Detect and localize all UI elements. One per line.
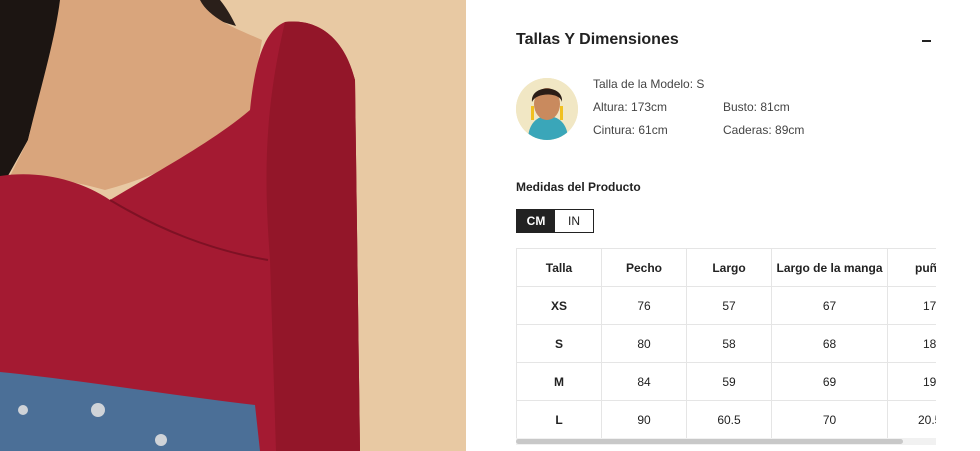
size-table: Talla Pecho Largo Largo de la manga puñ … bbox=[516, 248, 936, 439]
table-cell: 60.5 bbox=[686, 400, 772, 439]
header-largo: Largo bbox=[686, 248, 772, 287]
size-cell: XS bbox=[516, 286, 602, 325]
table-row: L 90 60.5 70 20.5 bbox=[516, 400, 936, 439]
unit-in-button[interactable]: IN bbox=[555, 210, 593, 232]
table-cell: 84 bbox=[601, 362, 687, 401]
table-cell: 67 bbox=[771, 286, 888, 325]
size-table-container[interactable]: Talla Pecho Largo Largo de la manga puñ … bbox=[516, 248, 936, 442]
model-avatar bbox=[516, 78, 578, 140]
unit-toggle: CM IN bbox=[516, 209, 594, 233]
panel-title: Tallas Y Dimensiones bbox=[516, 31, 679, 48]
table-cell: 19 bbox=[887, 362, 936, 401]
table-row: XS 76 57 67 17 bbox=[516, 286, 936, 325]
product-measures-label: Medidas del Producto bbox=[516, 180, 641, 194]
table-cell: 58 bbox=[686, 324, 772, 363]
size-dimensions-panel: Tallas Y Dimensiones Talla de la Modelo:… bbox=[466, 0, 980, 451]
model-height: Altura: 173cm bbox=[593, 100, 668, 114]
model-bust: Busto: 81cm bbox=[723, 100, 790, 114]
size-cell: M bbox=[516, 362, 602, 401]
table-cell: 76 bbox=[601, 286, 687, 325]
size-cell: S bbox=[516, 324, 602, 363]
product-photo-illustration bbox=[0, 0, 466, 451]
table-horizontal-scrollbar[interactable] bbox=[516, 438, 936, 445]
table-cell: 57 bbox=[686, 286, 772, 325]
table-header-row: Talla Pecho Largo Largo de la manga puñ bbox=[516, 248, 936, 287]
model-size: Talla de la Modelo: S bbox=[593, 77, 705, 91]
table-cell: 80 bbox=[601, 324, 687, 363]
header-largo-manga: Largo de la manga bbox=[771, 248, 888, 287]
model-waist: Cintura: 61cm bbox=[593, 123, 668, 137]
table-cell: 69 bbox=[771, 362, 888, 401]
size-cell: L bbox=[516, 400, 602, 439]
table-cell: 18 bbox=[887, 324, 936, 363]
table-cell: 90 bbox=[601, 400, 687, 439]
table-row: S 80 58 68 18 bbox=[516, 324, 936, 363]
table-cell: 20.5 bbox=[887, 400, 936, 439]
header-pecho: Pecho bbox=[601, 248, 687, 287]
minus-icon[interactable] bbox=[920, 31, 934, 49]
table-cell: 70 bbox=[771, 400, 888, 439]
model-hips: Caderas: 89cm bbox=[723, 123, 805, 137]
scrollbar-thumb[interactable] bbox=[516, 439, 903, 444]
table-cell: 68 bbox=[771, 324, 888, 363]
header-talla: Talla bbox=[516, 248, 602, 287]
unit-cm-button[interactable]: CM bbox=[517, 210, 555, 232]
table-cell: 59 bbox=[686, 362, 772, 401]
model-avatar-illustration bbox=[516, 78, 578, 140]
header-puno: puñ bbox=[887, 248, 936, 287]
product-photo bbox=[0, 0, 466, 451]
table-cell: 17 bbox=[887, 286, 936, 325]
table-row: M 84 59 69 19 bbox=[516, 362, 936, 401]
